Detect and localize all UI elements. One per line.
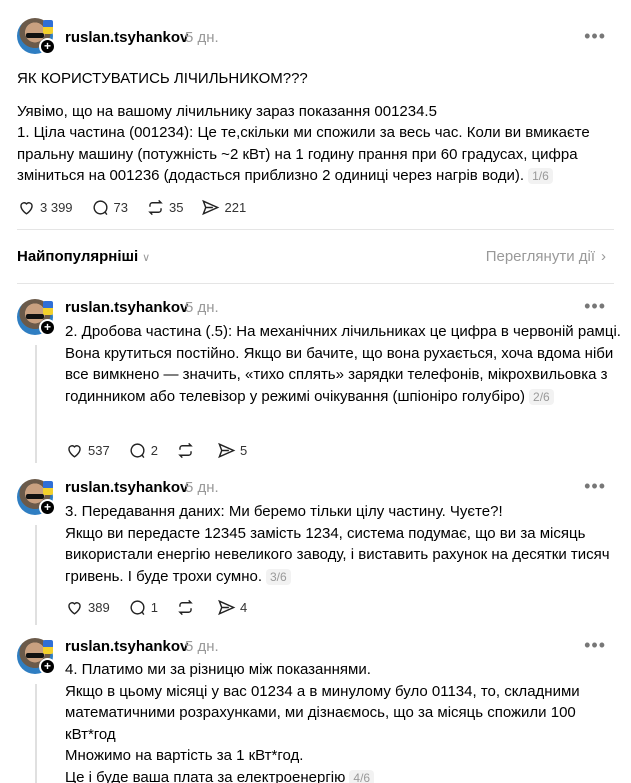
repost-icon xyxy=(178,599,193,616)
post-line: 3. Передавання даних: Ми беремо тільки ц… xyxy=(65,503,503,520)
view-activity-label: Переглянути дії xyxy=(485,248,595,265)
reply-post: + ruslan.tsyhankov 5 дн. ••• 2. Дробова … xyxy=(0,283,631,473)
reply-count: 1 xyxy=(150,600,158,615)
post-title: ЯК КОРИСТУВАТИСЬ ЛІЧИЛЬНИКОМ??? xyxy=(17,70,308,87)
more-options-icon[interactable]: ••• xyxy=(584,296,606,317)
like-count: 537 xyxy=(88,443,110,458)
reply-button[interactable]: 2 xyxy=(128,441,158,460)
post-body: ЯК КОРИСТУВАТИСЬ ЛІЧИЛЬНИКОМ??? Уявімо, … xyxy=(17,68,617,187)
post-line: 4. Платимо ми за різницю між показаннями… xyxy=(65,661,371,678)
like-button[interactable]: 389 xyxy=(65,598,110,617)
thread-pager: 3/6 xyxy=(266,568,291,585)
post-time[interactable]: 5 дн. xyxy=(185,638,219,655)
reply-button[interactable]: 1 xyxy=(128,598,158,617)
send-icon xyxy=(218,599,236,616)
author-name[interactable]: ruslan.tsyhankov xyxy=(65,479,188,496)
post-actions: 389 1 4 xyxy=(65,598,265,617)
send-icon xyxy=(202,199,220,216)
comment-icon xyxy=(130,600,145,616)
post-actions: 3 399 73 35 221 xyxy=(17,198,264,217)
reply-count: 73 xyxy=(113,200,129,215)
avatar-glasses xyxy=(26,494,44,499)
share-button[interactable]: 5 xyxy=(217,441,247,460)
avatar-flag xyxy=(43,481,53,495)
post-time[interactable]: 5 дн. xyxy=(185,299,219,316)
share-button[interactable]: 4 xyxy=(217,598,247,617)
sort-dropdown[interactable]: Найпопулярніші ∨ xyxy=(17,248,150,265)
post-line: Якщо ви передасте 12345 замість 1234, си… xyxy=(65,524,610,585)
thread-pager: 4/6 xyxy=(349,769,375,783)
thread-line xyxy=(35,684,37,783)
post-body: 3. Передавання даних: Ми беремо тільки ц… xyxy=(65,501,625,587)
like-button[interactable]: 3 399 xyxy=(17,198,73,217)
avatar-flag xyxy=(43,20,53,34)
post-line: Уявімо, що на вашому лічильнику зараз по… xyxy=(17,102,437,120)
reply-button[interactable]: 73 xyxy=(91,198,128,217)
avatar-flag xyxy=(43,301,53,315)
author-name[interactable]: ruslan.tsyhankov xyxy=(65,29,188,46)
author-name[interactable]: ruslan.tsyhankov xyxy=(65,299,188,316)
repost-count: 35 xyxy=(169,200,184,215)
post-time[interactable]: 5 дн. xyxy=(185,29,219,46)
reply-post: + ruslan.tsyhankov 5 дн. ••• 4. Платимо … xyxy=(0,622,631,783)
author-name[interactable]: ruslan.tsyhankov xyxy=(65,638,188,655)
post-body: 4. Платимо ми за різницю між показаннями… xyxy=(65,659,625,783)
thread-line xyxy=(35,345,37,463)
avatar-glasses xyxy=(26,33,44,38)
post-line: Це і буде ваша плата за електроенергію xyxy=(65,768,346,783)
share-count: 5 xyxy=(239,443,248,458)
comment-icon xyxy=(93,200,108,216)
post-time[interactable]: 5 дн. xyxy=(185,479,219,496)
reply-count: 2 xyxy=(150,443,158,458)
avatar-glasses xyxy=(26,314,44,319)
repost-button[interactable]: 35 xyxy=(146,198,183,217)
send-icon xyxy=(218,442,236,459)
post-actions: 537 2 5 xyxy=(65,441,265,460)
thread-line xyxy=(35,525,37,625)
avatar-flag xyxy=(43,640,53,654)
divider xyxy=(17,229,614,230)
comment-icon xyxy=(130,443,145,459)
sort-label: Найпопулярніші xyxy=(17,248,139,265)
chevron-down-icon: ∨ xyxy=(142,252,151,264)
repost-icon xyxy=(178,442,193,459)
like-button[interactable]: 537 xyxy=(65,441,110,460)
like-count: 3 399 xyxy=(40,200,73,215)
repost-icon xyxy=(148,199,163,216)
post-line: 1. Ціла частина (001234): Це те,скільки … xyxy=(17,124,590,184)
post-line: Якщо в цьому місяці у вас 01234 а в мину… xyxy=(65,682,580,743)
repost-button[interactable] xyxy=(176,598,199,617)
share-count: 4 xyxy=(239,600,248,615)
post-body: 2. Дробова частина (.5): На механічних л… xyxy=(65,321,625,407)
post-line: Множимо на вартість за 1 кВт*год. xyxy=(65,747,304,764)
follow-plus-icon[interactable]: + xyxy=(39,658,56,675)
chevron-right-icon: › xyxy=(601,248,606,265)
thread-pager: 1/6 xyxy=(528,168,553,184)
more-options-icon[interactable]: ••• xyxy=(584,26,606,47)
view-activity-link[interactable]: Переглянути дії › xyxy=(486,248,606,265)
heart-icon xyxy=(68,602,81,615)
share-count: 221 xyxy=(224,200,247,215)
follow-plus-icon[interactable]: + xyxy=(39,38,56,55)
heart-icon xyxy=(68,445,81,458)
follow-plus-icon[interactable]: + xyxy=(39,499,56,516)
share-button[interactable]: 221 xyxy=(201,198,246,217)
reply-post: + ruslan.tsyhankov 5 дн. ••• 3. Передава… xyxy=(0,463,631,633)
avatar-glasses xyxy=(26,653,44,658)
more-options-icon[interactable]: ••• xyxy=(584,476,606,497)
repost-button[interactable] xyxy=(176,441,199,460)
heart-icon xyxy=(20,202,33,215)
main-post: + ruslan.tsyhankov 5 дн. ••• ЯК КОРИСТУВ… xyxy=(0,0,631,230)
follow-plus-icon[interactable]: + xyxy=(39,319,56,336)
like-count: 389 xyxy=(88,600,110,615)
thread-pager: 2/6 xyxy=(529,388,554,405)
more-options-icon[interactable]: ••• xyxy=(584,635,606,656)
